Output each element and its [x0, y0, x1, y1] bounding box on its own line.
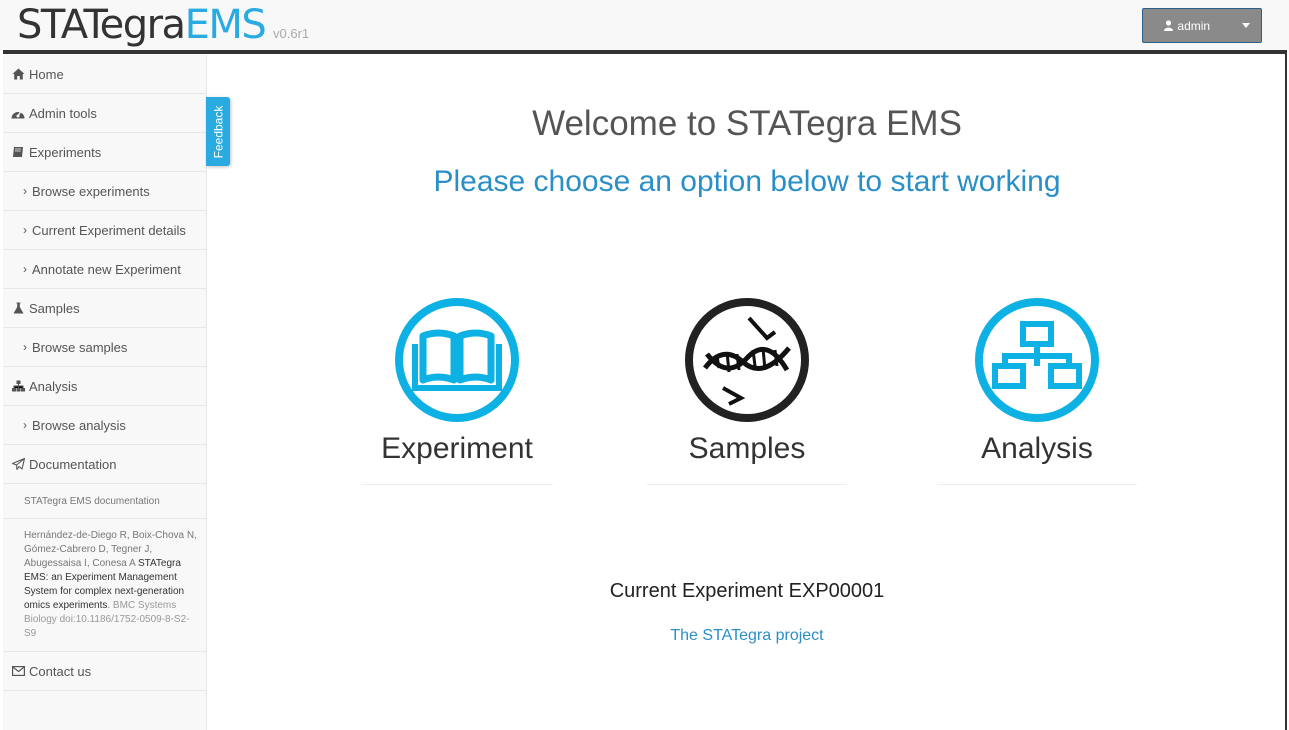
sidebar-item-label: Browse samples: [32, 339, 128, 355]
chevron-right-icon: ›: [23, 262, 27, 276]
chevron-right-icon: ›: [23, 184, 27, 198]
brand-name-part1: STATegra: [17, 2, 186, 48]
sidebar-item-documentation[interactable]: Documentation: [3, 445, 206, 484]
sidebar-item-label: Samples: [29, 300, 80, 316]
home-icon: [11, 67, 25, 81]
sidebar-item-home[interactable]: Home: [3, 55, 206, 94]
sidebar-citation: Hernández-de-Diego R, Boix-Chova N, Góme…: [3, 519, 206, 652]
sidebar-item-experiments[interactable]: Experiments: [3, 133, 206, 172]
current-experiment: Current Experiment EXP00001: [609, 580, 885, 602]
sidebar-item-label: Home: [29, 66, 64, 82]
samples-option[interactable]: Samples: [647, 296, 847, 486]
dashboard-icon: [11, 106, 25, 120]
version-label: v0.6r1: [273, 26, 310, 41]
sidebar-item-label: Annotate new Experiment: [32, 261, 181, 277]
sidebar-item-label: Browse experiments: [32, 183, 150, 199]
sitemap-icon: [11, 379, 25, 393]
samples-option-label[interactable]: Samples: [689, 432, 806, 466]
stategra-project-link[interactable]: The STATegra project: [208, 627, 1286, 645]
sidebar-item-label: Browse analysis: [32, 417, 126, 433]
sitemap-icon: [975, 298, 1099, 422]
analysis-option-label[interactable]: Analysis: [981, 432, 1093, 466]
sidebar-doc-link[interactable]: STATegra EMS documentation: [24, 496, 160, 507]
user-name: admin: [1177, 18, 1211, 33]
sidebar-item-label: Analysis: [29, 378, 78, 394]
caret-down-icon: [1242, 23, 1251, 28]
page-title: Welcome to STATegra EMS: [532, 104, 962, 143]
experiment-option-label[interactable]: Experiment: [381, 432, 533, 466]
sidebar-item-label: Documentation: [29, 456, 117, 472]
chevron-right-icon: ›: [23, 223, 27, 237]
paper-plane-icon: [11, 457, 25, 471]
sidebar-item-browse-experiments[interactable]: › Browse experiments: [3, 172, 206, 211]
experiment-option[interactable]: Experiment: [357, 296, 557, 486]
book-icon: [11, 145, 25, 159]
sidebar-item-admin-tools[interactable]: Admin tools: [3, 94, 206, 133]
dna-icon: [685, 298, 809, 422]
sidebar-item-analysis[interactable]: Analysis: [3, 367, 206, 406]
chevron-right-icon: ›: [23, 418, 27, 432]
option-divider: [647, 484, 847, 485]
sidebar-item-label: Contact us: [29, 663, 92, 679]
brand-name-part2: EMS: [184, 2, 267, 48]
page-subtitle: Please choose an option below to start w…: [433, 165, 1061, 198]
header-divider: [3, 50, 1287, 54]
sidebar-item-label: Current Experiment details: [32, 222, 186, 238]
user-icon: [1164, 20, 1174, 31]
user-dropdown-toggle[interactable]: [1232, 9, 1262, 42]
sidebar-item-annotate-new-experiment[interactable]: › Annotate new Experiment: [3, 250, 206, 289]
user-button-main[interactable]: admin: [1143, 19, 1232, 33]
user-menu-button[interactable]: admin: [1142, 8, 1262, 43]
sidebar-item-ems-documentation[interactable]: STATegra EMS documentation: [3, 484, 206, 519]
analysis-option[interactable]: Analysis: [937, 296, 1137, 486]
sidebar: Home Admin tools Experiments › Browse ex…: [3, 55, 207, 730]
sidebar-item-samples[interactable]: Samples: [3, 289, 206, 328]
open-book-icon: [395, 298, 519, 422]
sidebar-item-label: Admin tools: [29, 105, 97, 121]
envelope-icon: [11, 664, 25, 678]
option-divider: [361, 484, 553, 485]
sidebar-item-current-experiment-details[interactable]: › Current Experiment details: [3, 211, 206, 250]
sidebar-item-contact-us[interactable]: Contact us: [3, 652, 206, 691]
top-navbar: STATegraEMS v0.6r1 admin: [0, 0, 1289, 50]
sidebar-item-browse-samples[interactable]: › Browse samples: [3, 328, 206, 367]
flask-icon: [11, 301, 25, 315]
sidebar-item-label: Experiments: [29, 144, 102, 160]
brand-logo[interactable]: STATegraEMS: [17, 1, 267, 49]
sidebar-item-browse-analysis[interactable]: › Browse analysis: [3, 406, 206, 445]
chevron-right-icon: ›: [23, 340, 27, 354]
option-divider: [937, 484, 1137, 485]
